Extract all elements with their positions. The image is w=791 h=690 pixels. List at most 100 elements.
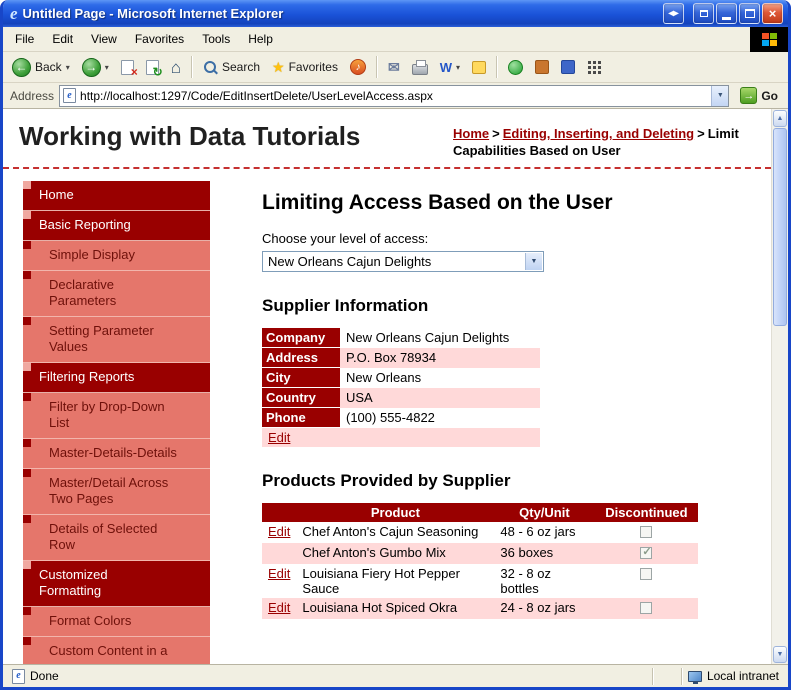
breadcrumb-link-home[interactable]: Home [453,126,489,141]
scroll-up-icon[interactable]: ▲ [773,110,787,127]
minimize-button[interactable] [716,3,737,24]
product-edit-link[interactable]: Edit [268,524,290,539]
product-name: Chef Anton's Cajun Seasoning [302,524,479,539]
product-edit-cell: Edit [262,598,296,619]
product-discontinued-cell [594,564,698,598]
research-button[interactable] [530,58,554,76]
favorites-label: Favorites [288,60,338,74]
print-button[interactable] [407,58,433,77]
title-bar[interactable]: e Untitled Page - Microsoft Internet Exp… [3,0,788,27]
access-level-select[interactable]: New Orleans Cajun Delights ▼ [262,251,544,272]
product-discontinued-cell [594,598,698,619]
page-header: Working with Data Tutorials Home > Editing… [3,109,771,169]
sidebar-item-filter-by-drop-down-list[interactable]: Filter by Drop-Down List [23,393,210,439]
stop-icon: × [120,59,138,78]
page-title: Limiting Access Based on the User [262,191,613,214]
access-level-label: Choose your level of access: [262,231,429,246]
scrollbar-track[interactable] [772,326,788,645]
favorites-button[interactable]: ★ Favorites [267,58,343,76]
sidebar-item-home[interactable]: Home [23,181,210,211]
title-buttons: ◂▸ × [663,3,783,24]
status-text: Done [30,669,59,683]
mail-icon: ✉ [387,58,400,75]
supplier-field-label: City [262,367,340,388]
edit-with-word-button[interactable]: W ▾ [435,58,465,77]
browser-window: e Untitled Page - Microsoft Internet Exp… [0,0,791,690]
sidebar-item-master-detail-across-two-pages[interactable]: Master/Detail Across Two Pages [23,469,210,515]
vertical-scrollbar[interactable]: ▲ ▼ [771,109,788,664]
back-button[interactable]: ← Back ▾ [7,56,75,79]
supplier-field-label: Company [262,328,340,348]
home-button[interactable]: ⌂ [166,57,186,78]
discuss-button[interactable] [467,59,491,76]
menu-tools[interactable]: Tools [193,29,239,49]
messenger-button[interactable] [503,58,528,77]
search-button[interactable]: Search [198,58,265,77]
product-name: Chef Anton's Gumbo Mix [302,545,446,560]
products-section-title: Products Provided by Supplier [262,471,511,490]
address-input[interactable]: e http://localhost:1297/Code/EditInsertD… [59,84,730,107]
sidebar-item-simple-display[interactable]: Simple Display [23,241,210,271]
restore-secondary-button[interactable] [693,3,714,24]
go-button[interactable]: → Go [734,87,784,104]
table-row: Address P.O. Box 78934 [262,347,540,368]
menu-view[interactable]: View [82,29,126,49]
menu-favorites[interactable]: Favorites [126,29,193,49]
sidebar-item-basic-reporting[interactable]: Basic Reporting [23,211,210,241]
address-dropdown-icon[interactable]: ▼ [711,85,729,106]
table-row: City New Orleans [262,367,540,388]
web-page: Working with Data Tutorials Home > Editing… [3,109,771,664]
sidebar-item-declarative-parameters[interactable]: Declarative Parameters [23,271,210,317]
menu-edit[interactable]: Edit [43,29,82,49]
product-edit-link[interactable]: Edit [268,600,290,615]
product-qty: 24 - 8 oz jars [500,600,576,615]
back-chevron-icon: ▾ [65,62,70,72]
forward-button[interactable]: → ▾ [77,56,114,79]
supplier-table: Company New Orleans Cajun Delights Addre… [262,328,540,447]
product-edit-link[interactable]: Edit [268,566,290,581]
supplier-edit-link[interactable]: Edit [268,430,290,445]
toolbar-separator [375,56,378,78]
sidebar-item-filtering-reports[interactable]: Filtering Reports [23,363,210,393]
sidebar-item-details-of-selected-row[interactable]: Details of Selected Row [23,515,210,561]
refresh-button[interactable]: ↻ [141,58,164,78]
sidebar-item-setting-parameter-values[interactable]: Setting Parameter Values [23,317,210,363]
discontinued-checkbox[interactable] [640,602,653,614]
breadcrumb: Home > Editing, Inserting, and Deleting > Li… [453,121,761,159]
add-on-button[interactable] [556,58,580,76]
discontinued-checkbox[interactable] [640,526,653,538]
select-dropdown-icon[interactable]: ▼ [525,253,542,270]
mail-button[interactable]: ✉ [383,57,405,78]
quick-links-button[interactable] [582,58,607,77]
discontinued-checkbox[interactable] [640,545,653,559]
stop-button[interactable]: × [116,58,139,78]
toolbar-separator [495,56,498,78]
product-edit-cell [262,543,296,564]
media-button[interactable]: ♪ [345,57,371,77]
maximize-button[interactable] [739,3,760,24]
maximize-icon [744,9,755,18]
sidebar-item-format-colors[interactable]: Format Colors [23,607,210,637]
product-qty: 48 - 6 oz jars [500,524,576,539]
sidebar-item-master-details-details[interactable]: Master-Details-Details [23,439,210,469]
supplier-field-value: (100) 555-4822 [346,410,435,425]
sidebar-item-custom-content[interactable]: Custom Content in a [23,637,210,664]
products-header-qty: Qty/Unit [494,503,595,522]
scrollbar-thumb[interactable] [773,128,787,326]
products-header-edit [262,503,297,522]
breadcrumb-link-section[interactable]: Editing, Inserting, and Deleting [503,126,694,141]
close-button[interactable]: × [762,3,783,24]
discuss-icon [471,60,486,74]
sidebar-item-customized-formatting[interactable]: Customized Formatting [23,561,210,607]
supplier-field-value: New Orleans Cajun Delights [346,330,510,346]
standard-toolbar: ← Back ▾ → ▾ × ↻ ⌂ Search ★ Favorites ♪ [3,52,788,83]
address-url[interactable]: http://localhost:1297/Code/EditInsertDel… [80,89,707,103]
menu-file[interactable]: File [6,29,43,49]
title-extra-button-icon[interactable]: ◂▸ [663,3,684,24]
scroll-down-icon[interactable]: ▼ [773,646,787,663]
menu-help[interactable]: Help [239,29,282,49]
supplier-field-label: Phone [262,407,340,428]
supplier-section-title: Supplier Information [262,296,429,315]
status-message-panel: e Done [6,667,652,686]
discontinued-checkbox[interactable] [640,568,653,580]
